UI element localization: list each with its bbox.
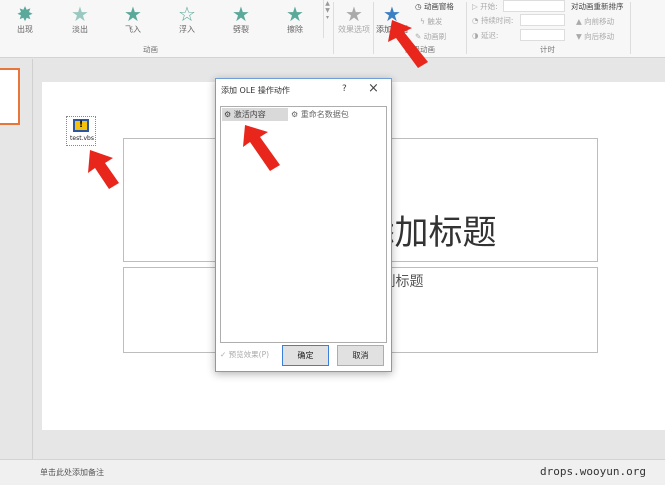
annotation-arrows: [88, 20, 428, 189]
red-arrow-icon: [88, 20, 428, 189]
